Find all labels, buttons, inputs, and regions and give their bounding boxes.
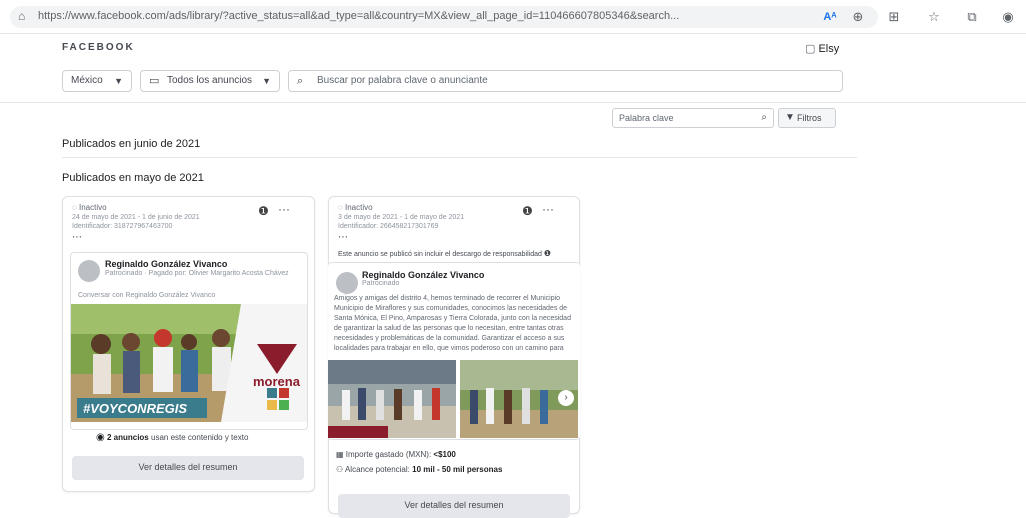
read-aloud-icon[interactable]: Aᴬ <box>820 7 840 27</box>
search-icon: ⌕ <box>297 75 304 87</box>
ad-category-value: Todos los anuncios <box>167 75 253 86</box>
people-icon: ⚇ <box>336 465 344 474</box>
inactive-icon: ◌ <box>338 203 343 212</box>
chevron-right-icon[interactable]: › <box>558 390 574 406</box>
disclaimer-notice[interactable]: Este anuncio se publicó sin incluir el d… <box>338 249 551 258</box>
potential-reach: ⚇ Alcance potencial: 10 mil - 50 mil per… <box>336 465 503 474</box>
keyword-placeholder: Palabra clave <box>619 113 674 123</box>
info-icon[interactable]: ❶ <box>522 204 533 218</box>
more-options-icon[interactable]: ··· <box>542 202 554 216</box>
keyword-input[interactable]: Palabra clave ⌕ <box>612 108 774 128</box>
page-name[interactable]: Reginaldo González Vivanco <box>105 259 227 269</box>
section-divider <box>62 157 857 158</box>
filters-button[interactable]: ▼ Filtros <box>778 108 836 128</box>
search-placeholder: Buscar por palabra clave o anunciante <box>317 75 488 86</box>
favorites-icon[interactable]: ☆ <box>924 7 944 27</box>
status-badge: ◌ Inactivo <box>338 203 373 212</box>
party-logo-text: morena <box>253 374 300 389</box>
filters-label: Filtros <box>797 113 822 123</box>
country-value: México <box>71 75 103 86</box>
amount-spent: ▦ Importe gastado (MXN): <$100 <box>336 450 456 459</box>
profile-icon[interactable]: ◉ <box>998 7 1018 27</box>
url-text[interactable]: https://www.facebook.com/ads/library/?ac… <box>38 10 838 22</box>
browser-toolbar: ⌂ https://www.facebook.com/ads/library/?… <box>0 0 1026 34</box>
ad-image[interactable]: morena #VOYCONREGIS <box>71 304 307 422</box>
carousel-card[interactable]: › <box>460 360 578 438</box>
country-select[interactable]: México ▼ <box>62 70 132 92</box>
post-text: Amigos y amigas del distrito 4, hemos te… <box>334 295 571 352</box>
ad-dates: 3 de mayo de 2021 - 1 de mayo de 2021 <box>338 214 465 221</box>
sponsor-line: Patrocinado <box>362 280 400 287</box>
multiplatform-icon: ⋯ <box>72 232 82 243</box>
lock-icon: ⌂ <box>18 9 26 23</box>
page-avatar[interactable] <box>336 272 358 294</box>
extensions-icon[interactable]: ⊞ <box>884 7 904 27</box>
multiple-ads-note[interactable]: ◉ 2 anuncios usan este contenido y texto <box>96 432 248 443</box>
inactive-icon: ◌ <box>72 203 77 212</box>
stack-icon: ◉ <box>96 432 105 443</box>
page-name[interactable]: Reginaldo González Vivanco <box>362 270 484 280</box>
zoom-icon[interactable]: ⊕ <box>848 7 868 27</box>
user-name: Elsy <box>818 43 840 55</box>
address-bar[interactable]: ⌂ https://www.facebook.com/ads/library/?… <box>10 6 878 28</box>
multiplatform-icon: ⋯ <box>338 232 348 243</box>
header-divider <box>0 102 1026 103</box>
sponsor-line: Patrocinado · Pagado por: Olivier Margar… <box>105 270 289 277</box>
see-details-button[interactable]: Ver detalles del resumen <box>72 456 304 480</box>
ad-category-select[interactable]: ▭ Todos los anuncios ▼ <box>140 70 280 92</box>
user-icon: ▢ <box>805 43 816 55</box>
section-title-june: Publicados en junio de 2021 <box>62 138 201 150</box>
money-icon: ▦ <box>336 450 344 459</box>
user-menu[interactable]: ▢ Elsy <box>805 42 839 55</box>
ad-identifier: Identificador: 266458217301769 <box>338 223 439 230</box>
info-icon: ❶ <box>543 249 552 258</box>
brand-logo[interactable]: FACEBOOK <box>62 42 135 53</box>
info-icon[interactable]: ❶ <box>258 204 269 218</box>
ads-icon: ▭ <box>149 75 160 87</box>
collections-icon[interactable]: ⧉ <box>962 7 982 27</box>
search-input[interactable]: ⌕ Buscar por palabra clave o anunciante <box>288 70 843 92</box>
post-text: Conversar con Reginaldo González Vivanco <box>78 292 216 299</box>
carousel-card[interactable] <box>328 360 456 438</box>
ad-dates: 24 de mayo de 2021 - 1 de junio de 2021 <box>72 214 200 221</box>
hashtag-text: #VOYCONREGIS <box>83 401 188 416</box>
chevron-down-icon: ▼ <box>262 76 271 86</box>
filter-icon: ▼ <box>785 112 795 123</box>
status-badge: ◌ Inactivo <box>72 203 107 212</box>
ad-identifier: Identificador: 318727967463700 <box>72 223 173 230</box>
chevron-down-icon: ▼ <box>114 76 123 86</box>
carousel-photo <box>328 360 456 438</box>
search-icon: ⌕ <box>761 112 767 123</box>
page-avatar[interactable] <box>78 260 100 282</box>
see-details-button[interactable]: Ver detalles del resumen <box>338 494 570 518</box>
more-options-icon[interactable]: ··· <box>278 202 290 216</box>
section-title-may: Publicados en mayo de 2021 <box>62 172 204 184</box>
